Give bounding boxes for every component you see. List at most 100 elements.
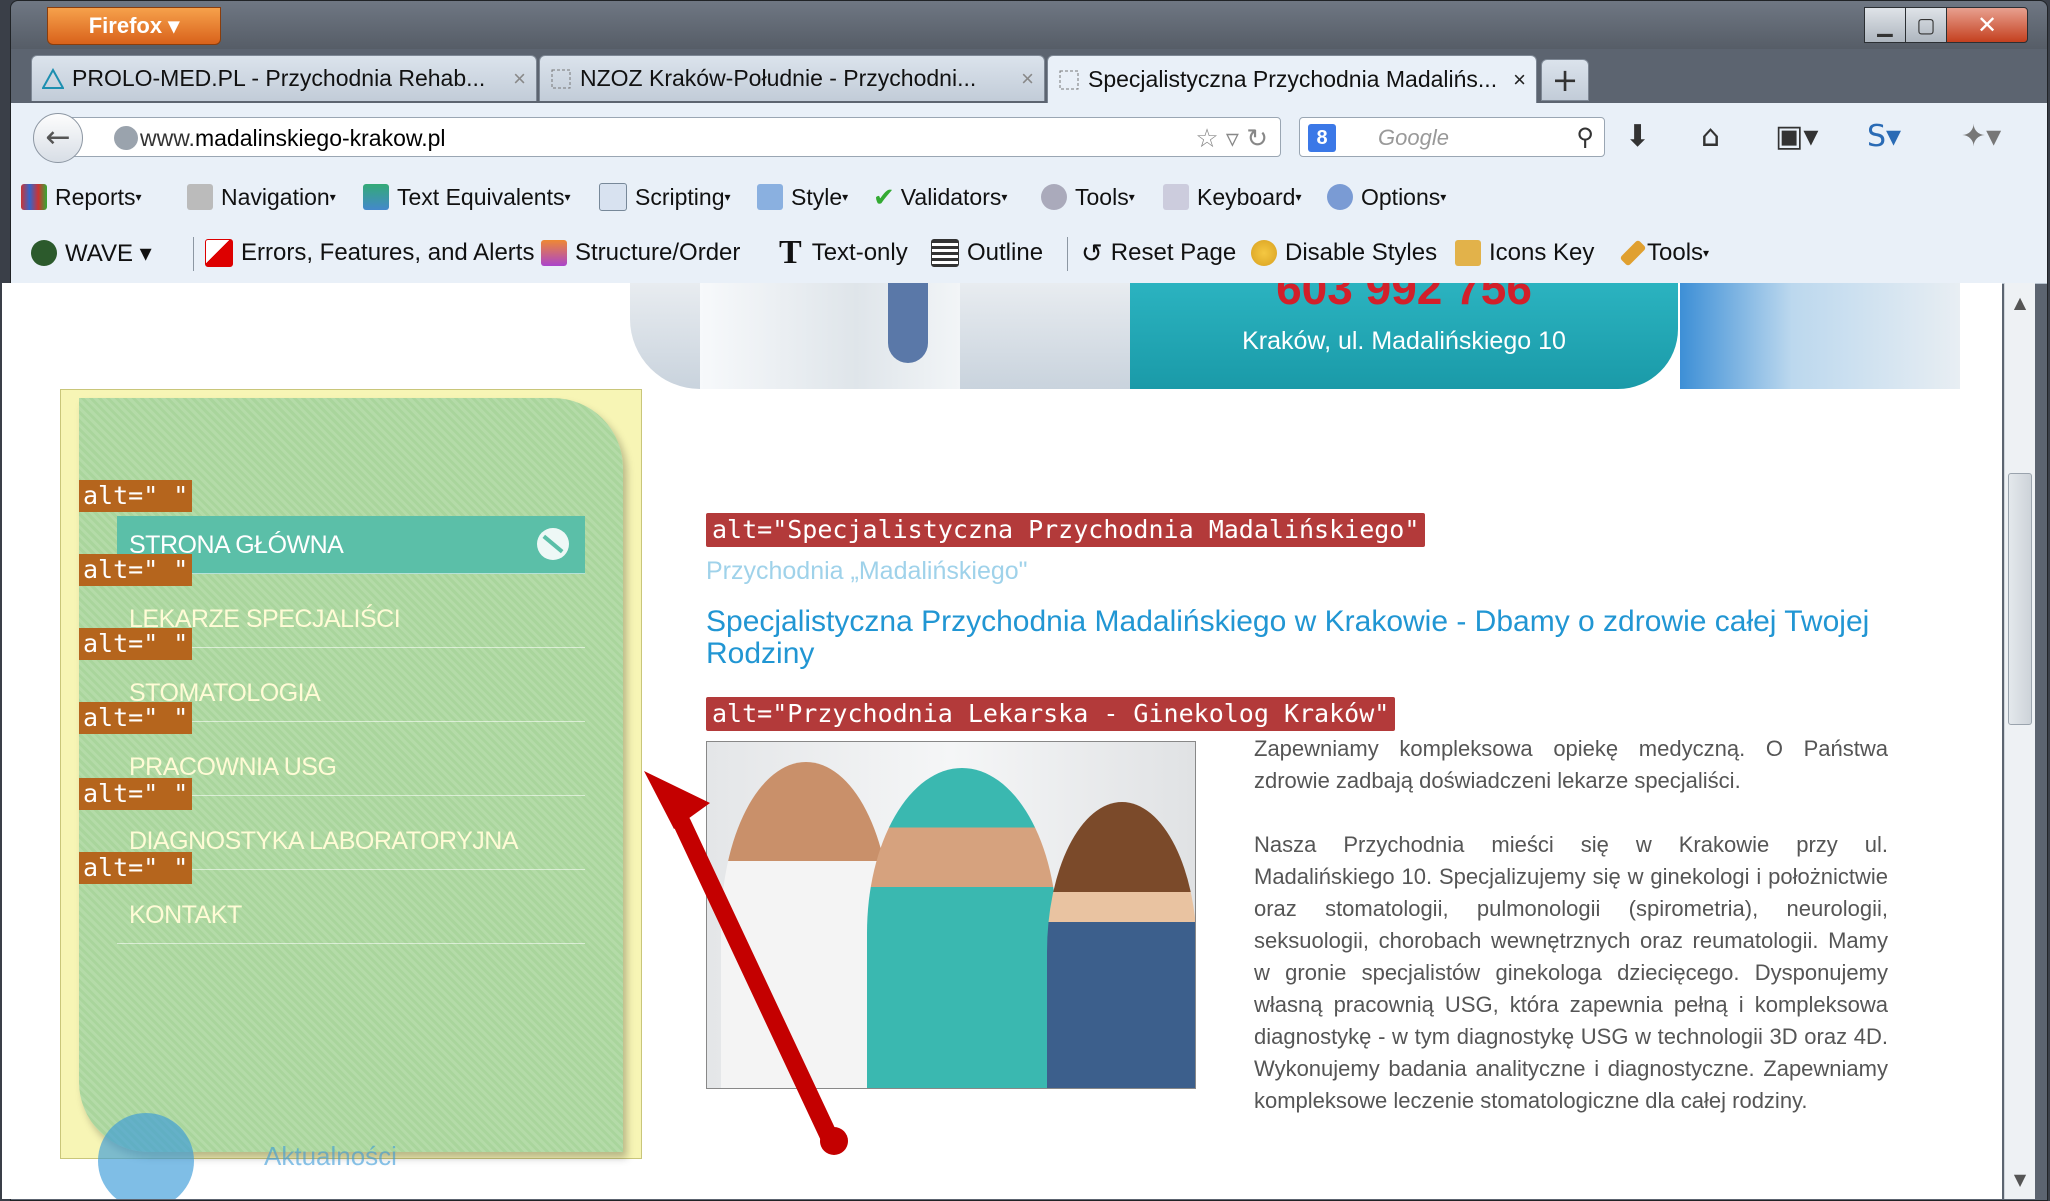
scroll-down-icon[interactable]: ▼ [2005, 1170, 2035, 1189]
search-icon[interactable]: ⚲ [1576, 118, 1594, 158]
menu-label: Navigation [221, 183, 330, 210]
checkmark-icon: ✔ [873, 181, 895, 212]
menu-label: Scripting [635, 183, 725, 210]
tab-madalinskiego[interactable]: Specjalistyczna Przychodnia Madalińs... … [1047, 55, 1537, 103]
text-equivalents-menu[interactable]: Text Equivalents ▾ [363, 171, 571, 223]
keyboard-menu[interactable]: Keyboard ▾ [1163, 171, 1302, 223]
icons-key-button[interactable]: Icons Key [1455, 223, 1594, 283]
scroll-up-icon[interactable]: ▲ [2005, 293, 2035, 312]
history-dropdown-icon[interactable]: ▿ [1226, 123, 1239, 153]
menu-label: Keyboard [1197, 183, 1296, 210]
caret-icon: ▾ [1440, 190, 1447, 204]
tab-title: Specjalistyczna Przychodnia Madalińs... [1088, 66, 1498, 92]
url-domain: madalinskiego-krakow.pl [194, 125, 446, 151]
home-icon[interactable]: ⌂ [1701, 121, 1720, 153]
minimize-button[interactable]: ▁ [1864, 7, 1906, 43]
options-icon [1327, 184, 1353, 210]
validators-menu[interactable]: ✔ Validators ▾ [873, 171, 1007, 223]
structure-label: Structure/Order [575, 239, 741, 266]
key-icon [1455, 240, 1481, 266]
menu-label: Reports [55, 183, 136, 210]
google-icon[interactable]: 8 [1308, 124, 1336, 152]
disable-styles-button[interactable]: Disable Styles [1251, 223, 1437, 283]
structure-icon [541, 240, 567, 266]
site-identity-icon [114, 126, 138, 150]
text-icon: T [779, 234, 802, 271]
menu-label: Options [1361, 183, 1441, 210]
wave-tools-menu[interactable]: Tools ▾ [1619, 223, 1710, 283]
script-icon [599, 183, 627, 211]
maximize-icon: ▢ [1916, 13, 1936, 37]
caret-icon: ▾ [135, 190, 142, 204]
textonly-label: Text-only [811, 239, 908, 266]
caret-icon: ▾ [1128, 190, 1135, 204]
search-input[interactable]: Google [1378, 125, 1449, 150]
back-button[interactable]: ← [33, 113, 83, 163]
wave-toolbar-2: WAVE ▾ Errors, Features, and Alerts Stru… [11, 223, 2047, 284]
caret-icon: ▾ [842, 190, 849, 204]
tab-close-icon[interactable]: × [1011, 66, 1034, 92]
vertical-scrollbar[interactable]: ▲ ▼ [2004, 283, 2035, 1199]
keyboard-icon [1163, 184, 1189, 210]
search-bar[interactable]: 8 Google ⚲ [1299, 117, 1605, 157]
caret-icon: ▾ [1295, 190, 1302, 204]
iconskey-label: Icons Key [1489, 239, 1595, 266]
text-only-button[interactable]: T Text-only [779, 223, 908, 283]
style-menu[interactable]: Style ▾ [757, 171, 848, 223]
sync-icon[interactable]: S▾ [1867, 121, 1901, 153]
prolo-med-favicon-icon [42, 67, 64, 89]
downloads-icon[interactable]: ⬇ [1625, 121, 1650, 153]
minimize-icon: ▁ [1877, 13, 1893, 37]
caret-icon: ▾ [1703, 246, 1710, 260]
bookmarks-menu-icon[interactable]: ▣▾ [1775, 121, 1818, 153]
tools-menu[interactable]: Tools ▾ [1041, 171, 1135, 223]
reload-icon[interactable]: ↻ [1246, 123, 1268, 153]
outline-icon [931, 239, 959, 267]
menu-label: Style [791, 183, 843, 210]
outline-label: Outline [967, 239, 1044, 266]
wave-menu-button[interactable]: WAVE ▾ [31, 223, 152, 283]
close-window-button[interactable]: ✕ [1946, 7, 2028, 43]
caret-icon: ▾ [724, 190, 731, 204]
url-bar[interactable]: www.madalinskiego-krakow.pl ☆ ▿ ↻ [69, 117, 1281, 157]
separator [193, 237, 194, 271]
scrollbar-thumb[interactable] [2008, 473, 2032, 725]
menu-label: Validators [900, 183, 1002, 210]
tab-close-icon[interactable]: × [1503, 67, 1526, 93]
menu-label: Text Equivalents [397, 183, 565, 210]
reset-label: Reset Page [1110, 239, 1237, 266]
maximize-button[interactable]: ▢ [1905, 7, 1947, 43]
image-icon [363, 184, 389, 210]
reset-icon: ↺ [1081, 237, 1103, 268]
style-icon [757, 184, 783, 210]
outline-button[interactable]: Outline [931, 223, 1043, 283]
tab-strip: PROLO-MED.PL - Przychodnia Rehab... × NZ… [11, 53, 2047, 103]
url-actions: ☆ ▿ ↻ [1195, 118, 1268, 158]
back-arrow-icon: ← [45, 120, 71, 155]
errors-features-alerts-button[interactable]: Errors, Features, and Alerts [205, 223, 534, 283]
options-menu[interactable]: Options ▾ [1327, 171, 1446, 223]
url-prefix: www. [140, 125, 195, 151]
page-content: 603 992 756 Kraków, ul. Madalińskiego 10… [2, 283, 2002, 1199]
navigation-menu[interactable]: Navigation ▾ [187, 171, 336, 223]
reset-page-button[interactable]: ↺ Reset Page [1081, 223, 1236, 283]
structure-order-button[interactable]: Structure/Order [541, 223, 740, 283]
tab-nzoz[interactable]: NZOZ Kraków-Południe - Przychodni... × [539, 55, 1045, 101]
new-tab-button[interactable]: + [1541, 59, 1589, 101]
tab-close-icon[interactable]: × [503, 66, 526, 92]
tab-prolo-med[interactable]: PROLO-MED.PL - Przychodnia Rehab... × [31, 55, 537, 101]
scripting-menu[interactable]: Scripting ▾ [599, 171, 731, 223]
menu-label: Tools [1075, 183, 1129, 210]
wave-toolbar: Reports ▾ Navigation ▾ Text Equivalents ▾ S… [11, 171, 2047, 223]
reports-menu[interactable]: Reports ▾ [21, 171, 142, 223]
red-arrow-annotation [644, 771, 848, 1155]
bookmark-star-icon[interactable]: ☆ [1195, 123, 1218, 153]
addon-icon[interactable]: ✦▾ [1961, 121, 2001, 153]
wave-logo-icon [31, 240, 57, 266]
tab-title: NZOZ Kraków-Południe - Przychodni... [580, 65, 977, 91]
caret-icon: ▾ [1001, 190, 1008, 204]
disable-label: Disable Styles [1285, 239, 1438, 266]
firefox-menu-button[interactable]: Firefox ▾ [47, 7, 221, 45]
caret-icon: ▾ [564, 190, 571, 204]
wrench-icon [1041, 184, 1067, 210]
